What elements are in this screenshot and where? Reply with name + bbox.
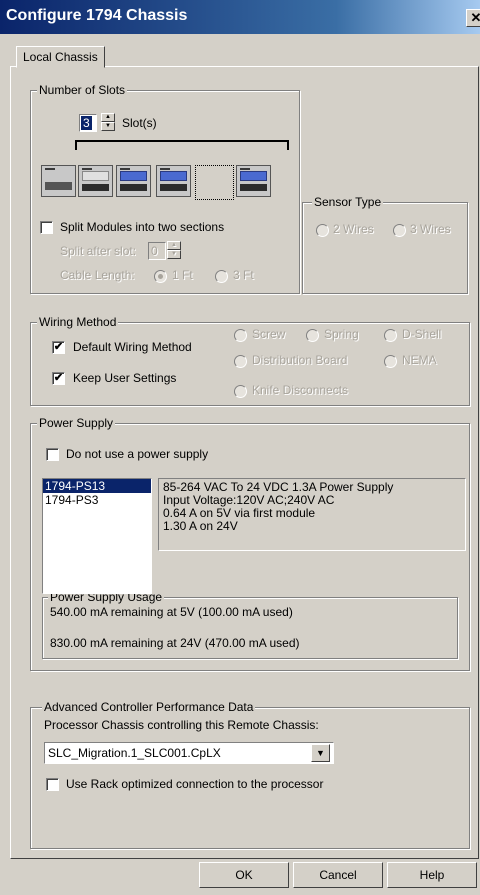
wiring-dshell-radio[interactable] — [384, 329, 397, 342]
split-after-label: Split after slot: — [60, 244, 137, 258]
description-line: 1.30 A on 24V — [163, 519, 238, 533]
power-supply-description: 85-264 VAC To 24 VDC 1.3A Power Supply I… — [158, 478, 466, 551]
slots-unit-label: Slot(s) — [122, 116, 157, 130]
rack-optimized-checkbox[interactable] — [46, 778, 59, 791]
usage-5v-text: 540.00 mA remaining at 5V (100.00 mA use… — [50, 605, 293, 619]
wiring-distribution-board-label: Distribution Board — [252, 353, 348, 367]
list-item[interactable]: 1794-PS3 — [43, 493, 151, 507]
wiring-screw-radio[interactable] — [234, 329, 247, 342]
chassis-bracket — [75, 140, 289, 150]
keep-user-settings-label: Keep User Settings — [73, 371, 177, 385]
list-item[interactable]: 1794-PS13 — [43, 479, 151, 493]
sensor-2-wires-label: 2 Wires — [333, 222, 374, 236]
wiring-knife-disconnects-radio[interactable] — [234, 385, 247, 398]
processor-chassis-label: Processor Chassis controlling this Remot… — [44, 718, 319, 732]
ok-button[interactable]: OK — [199, 862, 289, 888]
arrow-up-icon[interactable]: ▲ — [167, 241, 181, 250]
wiring-spring-radio[interactable] — [306, 329, 319, 342]
wiring-knife-disconnects-label: Knife Disconnects — [252, 383, 349, 397]
keep-user-settings-checkbox[interactable]: ✔ — [52, 372, 65, 385]
no-power-supply-checkbox[interactable] — [46, 448, 59, 461]
sensor-type-group — [302, 202, 468, 294]
power-supply-list[interactable]: 1794-PS13 1794-PS3 — [42, 478, 152, 594]
rack-optimized-label: Use Rack optimized connection to the pro… — [66, 777, 324, 791]
power-module-icon — [78, 165, 113, 197]
no-power-supply-label: Do not use a power supply — [66, 447, 209, 461]
sensor-3-wires-label: 3 Wires — [410, 222, 451, 236]
empty-slot — [195, 165, 234, 200]
wiring-spring-label: Spring — [324, 327, 359, 341]
number-of-slots-legend: Number of Slots — [37, 83, 128, 97]
split-after-value: 0 — [151, 244, 158, 258]
processor-chassis-select[interactable]: SLC_Migration.1_SLC001.CpLX ▼ — [44, 742, 334, 764]
split-after-spinner[interactable]: ▲ ▼ — [167, 241, 181, 259]
wiring-method-legend: Wiring Method — [37, 315, 119, 329]
arrow-down-icon[interactable]: ▼ — [101, 122, 115, 131]
default-wiring-label: Default Wiring Method — [73, 340, 192, 354]
sensor-3-wires-radio[interactable] — [393, 224, 406, 237]
cable-3ft-radio[interactable] — [215, 270, 228, 283]
slot-count-spinner[interactable]: ▲ ▼ — [101, 113, 115, 131]
advanced-performance-legend: Advanced Controller Performance Data — [42, 700, 256, 714]
adapter-module-icon — [41, 165, 76, 197]
help-button[interactable]: Help — [387, 862, 477, 888]
cable-1ft-label: 1 Ft — [172, 268, 193, 282]
tab-local-chassis[interactable]: Local Chassis — [16, 46, 105, 68]
default-wiring-checkbox[interactable]: ✔ — [52, 341, 65, 354]
io-module-icon — [236, 165, 271, 197]
io-module-icon — [156, 165, 191, 197]
sensor-type-legend: Sensor Type — [312, 195, 384, 209]
processor-chassis-value: SLC_Migration.1_SLC001.CpLX — [48, 746, 221, 760]
split-modules-label: Split Modules into two sections — [60, 220, 225, 234]
usage-24v-text: 830.00 mA remaining at 24V (470.00 mA us… — [50, 636, 300, 650]
split-modules-checkbox[interactable] — [40, 221, 53, 234]
slot-count-value: 3 — [81, 116, 92, 130]
cable-length-label: Cable Length: — [60, 268, 135, 282]
dialog-title: Configure 1794 Chassis — [6, 7, 188, 24]
arrow-up-icon[interactable]: ▲ — [101, 113, 115, 122]
wiring-nema-label: NEMA — [402, 353, 437, 367]
wiring-distribution-board-radio[interactable] — [234, 355, 247, 368]
sensor-2-wires-radio[interactable] — [316, 224, 329, 237]
wiring-screw-label: Screw — [252, 327, 286, 341]
arrow-down-icon[interactable]: ▼ — [167, 250, 181, 259]
cable-3ft-label: 3 Ft — [233, 268, 254, 282]
wiring-nema-radio[interactable] — [384, 355, 397, 368]
wiring-dshell-label: D-Shell — [402, 327, 442, 341]
cable-1ft-radio[interactable] — [154, 270, 167, 283]
cancel-button[interactable]: Cancel — [293, 862, 383, 888]
close-icon[interactable]: ✕ — [466, 9, 480, 27]
power-supply-legend: Power Supply — [37, 416, 116, 430]
io-module-icon — [116, 165, 151, 197]
chevron-down-icon[interactable]: ▼ — [311, 744, 330, 762]
